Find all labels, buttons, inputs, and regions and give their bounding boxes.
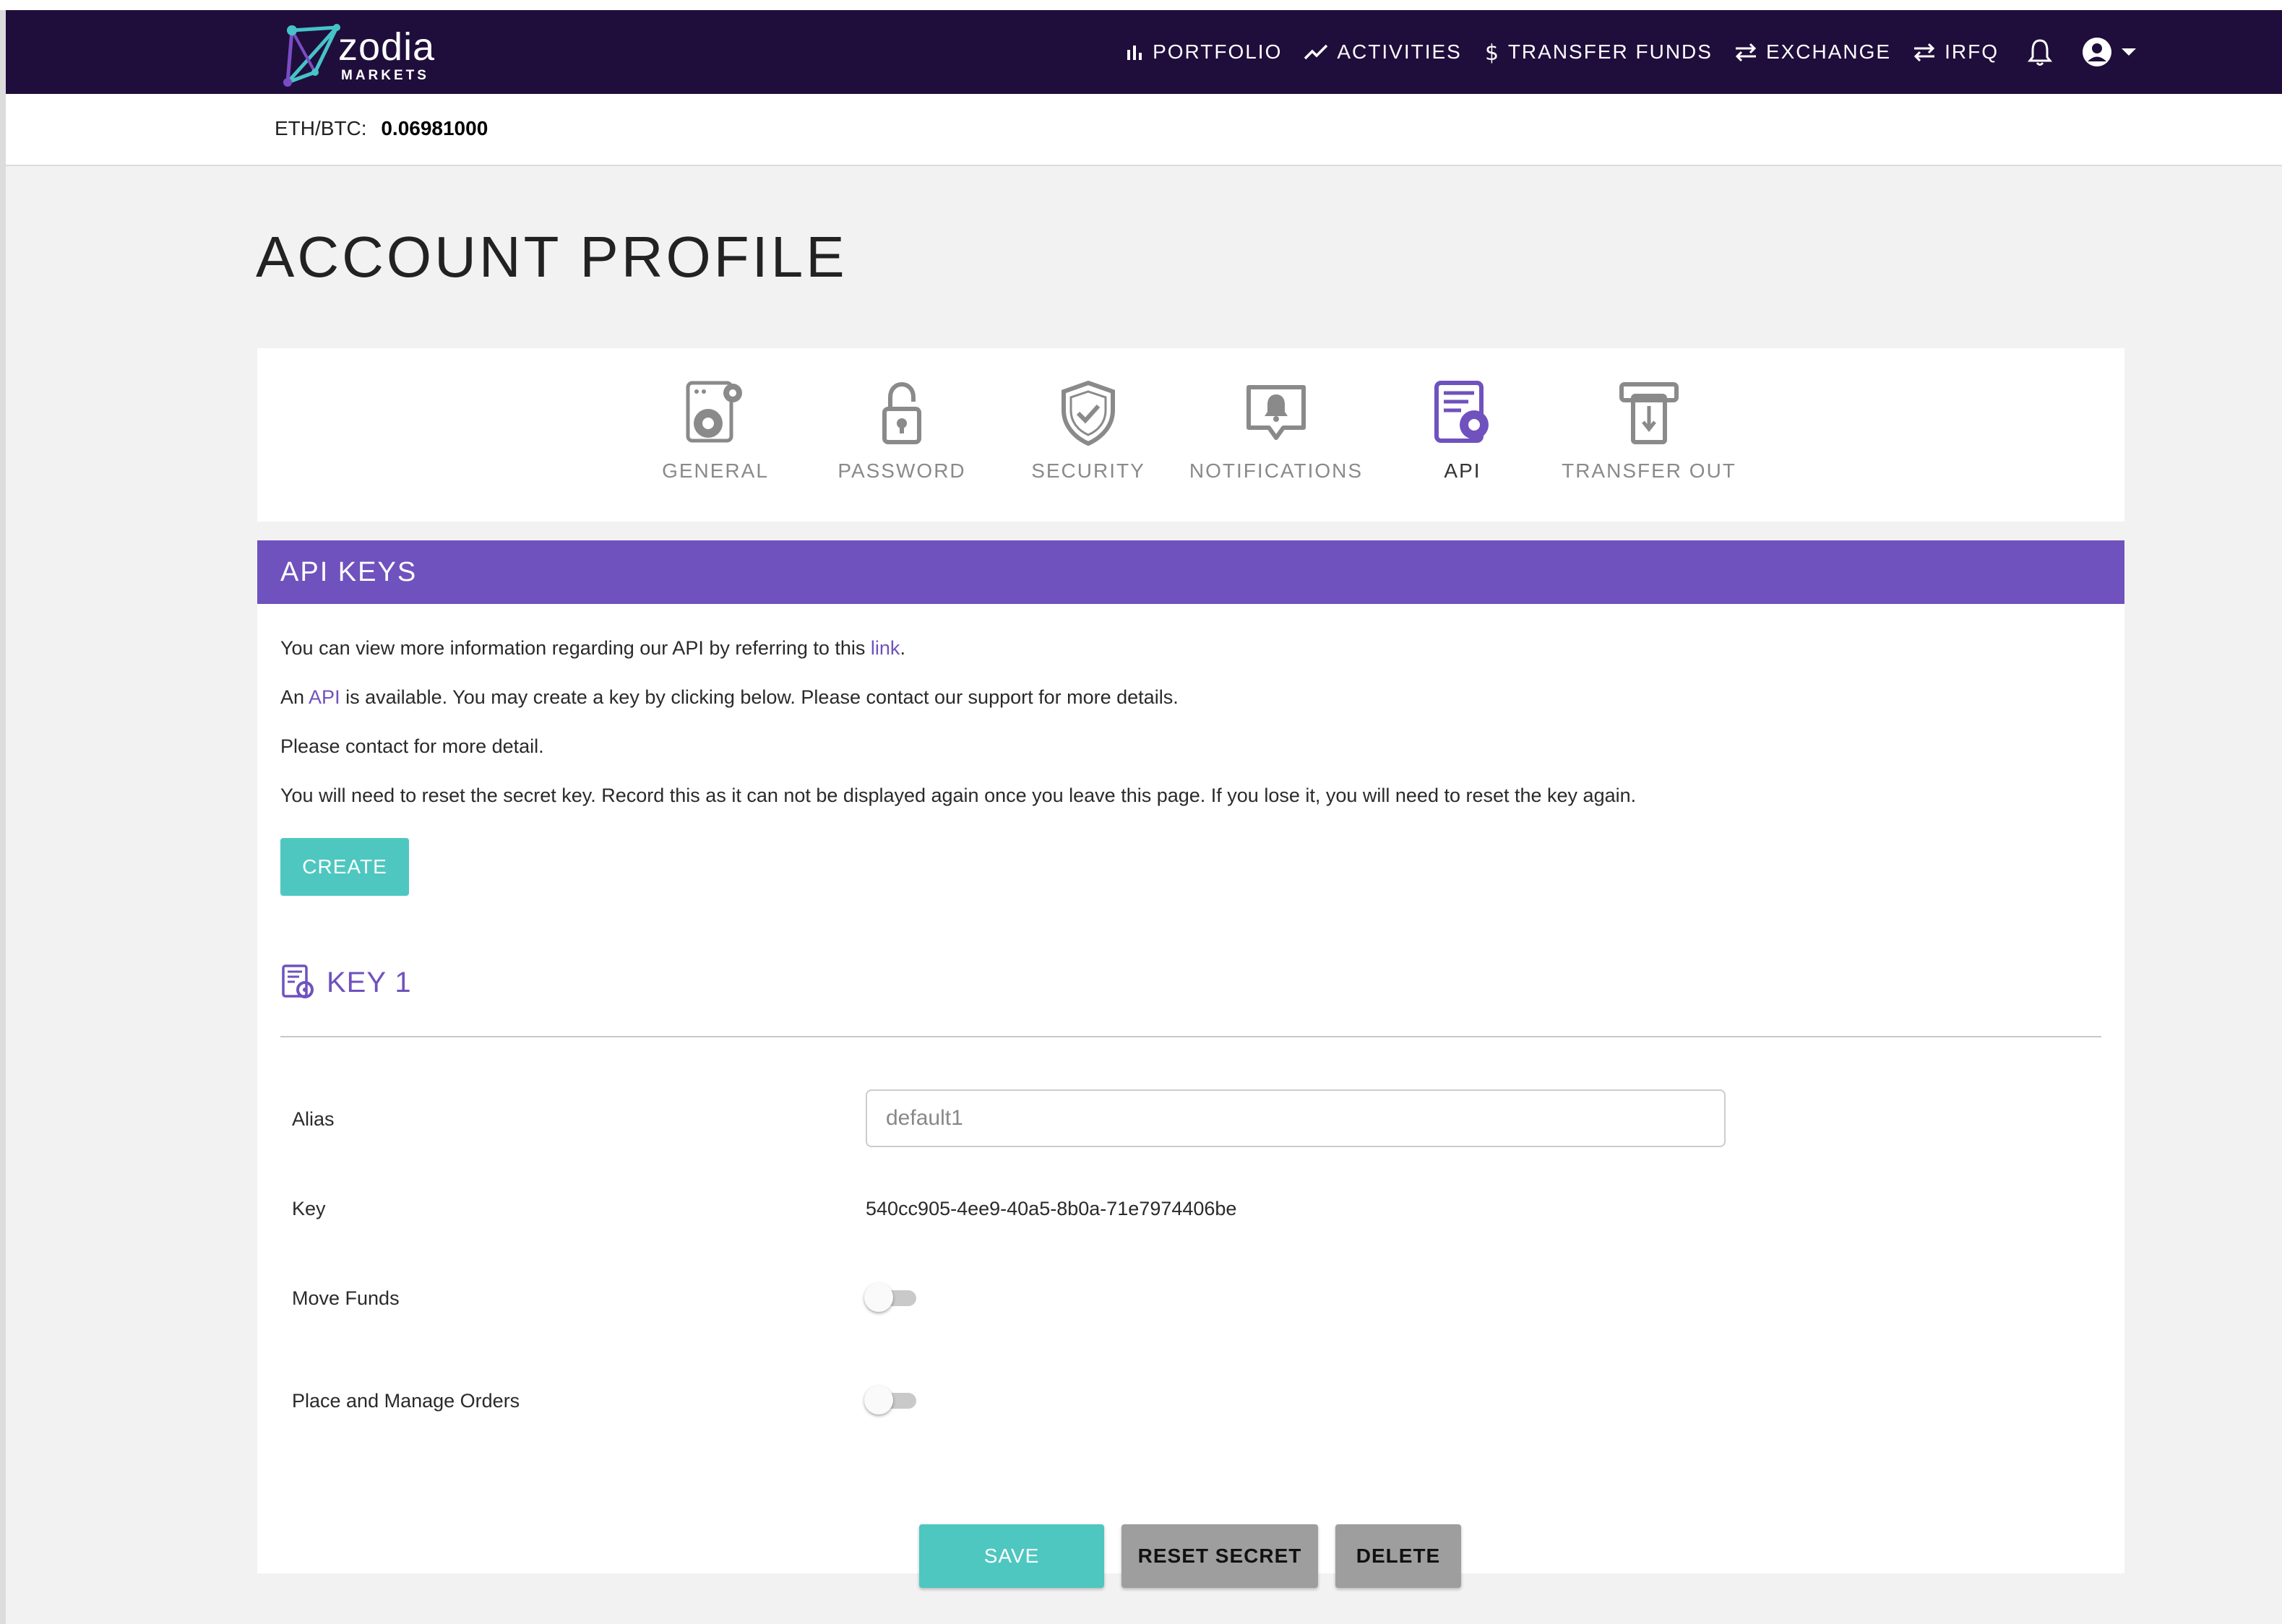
atm-withdraw-icon	[1619, 382, 1679, 444]
toggle-knob	[864, 1386, 893, 1414]
api-keys-panel: API KEYS You can view more information r…	[257, 540, 2124, 1588]
notifications-button[interactable]	[2028, 10, 2052, 94]
nav-exchange-label: EXCHANGE	[1765, 40, 1892, 63]
padlock-icon	[882, 381, 921, 444]
ticker-pair: ETH/BTC:	[275, 117, 367, 139]
swap-arrows-icon	[1735, 43, 1757, 61]
api-link[interactable]: API	[309, 686, 340, 708]
bell-icon	[2028, 39, 2052, 66]
bell-bubble-icon	[1247, 385, 1306, 440]
nav-activities-label: ACTIVITIES	[1337, 40, 1462, 63]
create-key-button[interactable]: CREATE	[280, 838, 409, 896]
move-funds-label: Move Funds	[292, 1287, 400, 1309]
ticker-bar: ETH/BTC: 0.06981000	[6, 94, 2282, 166]
svg-text:$: $	[1485, 40, 1499, 64]
tab-general[interactable]: GENERAL	[621, 377, 809, 483]
page-title: ACCOUNT PROFILE	[256, 225, 848, 289]
window-top-strip	[0, 0, 2282, 10]
trend-line-icon	[1304, 44, 1328, 60]
reset-secret-paragraph: You will need to reset the secret key. R…	[280, 785, 1637, 806]
tab-api[interactable]: API	[1369, 377, 1557, 483]
reset-secret-button[interactable]: RESET SECRET	[1121, 1524, 1318, 1588]
nav-irfq-label: IRFQ	[1945, 40, 1999, 63]
api-doc-gear-icon	[1434, 381, 1489, 443]
profile-tabs: GENERAL PASSWORD SECURITY NOTIFICATIONS	[257, 348, 2124, 522]
key-section-header: KEY 1	[280, 964, 412, 1001]
api-available-paragraph: An API is available. You may create a ke…	[280, 686, 1179, 709]
user-menu-button[interactable]	[2081, 10, 2137, 94]
main-nav: PORTFOLIO ACTIVITIES $ TRANSFER FUNDS EX…	[1103, 10, 2137, 94]
window-left-edge	[0, 10, 6, 1624]
nav-portfolio[interactable]: PORTFOLIO	[1125, 10, 1282, 94]
brand-sub: MARKETS	[341, 68, 429, 83]
nav-transfer-funds[interactable]: $ TRANSFER FUNDS	[1484, 10, 1713, 94]
orders-label: Place and Manage Orders	[292, 1390, 520, 1412]
nav-portfolio-label: PORTFOLIO	[1153, 40, 1283, 63]
orders-toggle[interactable]	[864, 1386, 919, 1414]
tab-api-label: API	[1444, 459, 1481, 482]
tab-transfer-out-label: TRANSFER OUT	[1562, 459, 1736, 482]
api-keys-header: API KEYS	[257, 540, 2124, 604]
key-label: Key	[292, 1198, 326, 1219]
para1-text: You can view more information regarding …	[280, 637, 871, 659]
chevron-down-icon	[2122, 48, 2136, 56]
nav-irfq[interactable]: IRFQ	[1913, 10, 1999, 94]
ticker: ETH/BTC: 0.06981000	[275, 117, 488, 140]
dollar-icon: $	[1485, 40, 1499, 64]
bar-chart-icon	[1127, 46, 1142, 60]
key-title: KEY 1	[327, 966, 412, 998]
api-docs-link[interactable]: link	[871, 637, 900, 659]
ticker-value: 0.06981000	[381, 117, 488, 139]
alias-input[interactable]	[866, 1089, 1726, 1147]
user-circle-icon	[2083, 38, 2111, 66]
top-navbar: zodia MARKETS PORTFOLIO ACTIVITIES $ TRA…	[6, 10, 2282, 94]
tab-notifications-label: NOTIFICATIONS	[1189, 459, 1364, 482]
tab-notifications[interactable]: NOTIFICATIONS	[1182, 377, 1370, 483]
tab-password[interactable]: PASSWORD	[808, 377, 996, 483]
tab-security-label: SECURITY	[1031, 459, 1145, 482]
key-divider	[280, 1036, 2101, 1037]
nav-activities[interactable]: ACTIVITIES	[1304, 10, 1461, 94]
toggle-knob	[864, 1283, 893, 1312]
api-info-paragraph: You can view more information regarding …	[280, 637, 905, 660]
para1-end: .	[900, 637, 905, 659]
para2-text-start: An	[280, 686, 309, 708]
alias-label: Alias	[292, 1108, 335, 1130]
brand-logo[interactable]: zodia MARKETS	[280, 20, 447, 90]
api-key-value: 540cc905-4ee9-40a5-8b0a-71e7974406be	[866, 1198, 1237, 1219]
swap-arrows-icon	[1913, 43, 1935, 61]
para2-text-end: is available. You may create a key by cl…	[340, 686, 1179, 708]
tab-security[interactable]: SECURITY	[994, 377, 1182, 483]
settings-gears-icon	[686, 381, 742, 443]
brand-name: zodia	[338, 25, 436, 69]
move-funds-toggle[interactable]	[864, 1283, 919, 1312]
nav-transfer-funds-label: TRANSFER FUNDS	[1507, 40, 1713, 63]
tab-general-label: GENERAL	[662, 459, 769, 482]
tab-password-label: PASSWORD	[838, 459, 966, 482]
contact-paragraph: Please contact for more detail.	[280, 735, 544, 757]
delete-button[interactable]: DELETE	[1335, 1524, 1461, 1588]
save-button[interactable]: SAVE	[919, 1524, 1104, 1588]
tab-transfer-out[interactable]: TRANSFER OUT	[1555, 377, 1743, 483]
api-doc-gear-icon	[282, 964, 314, 998]
zodia-logo-icon	[283, 24, 340, 87]
nav-exchange[interactable]: EXCHANGE	[1734, 10, 1891, 94]
shield-check-icon	[1062, 380, 1115, 446]
